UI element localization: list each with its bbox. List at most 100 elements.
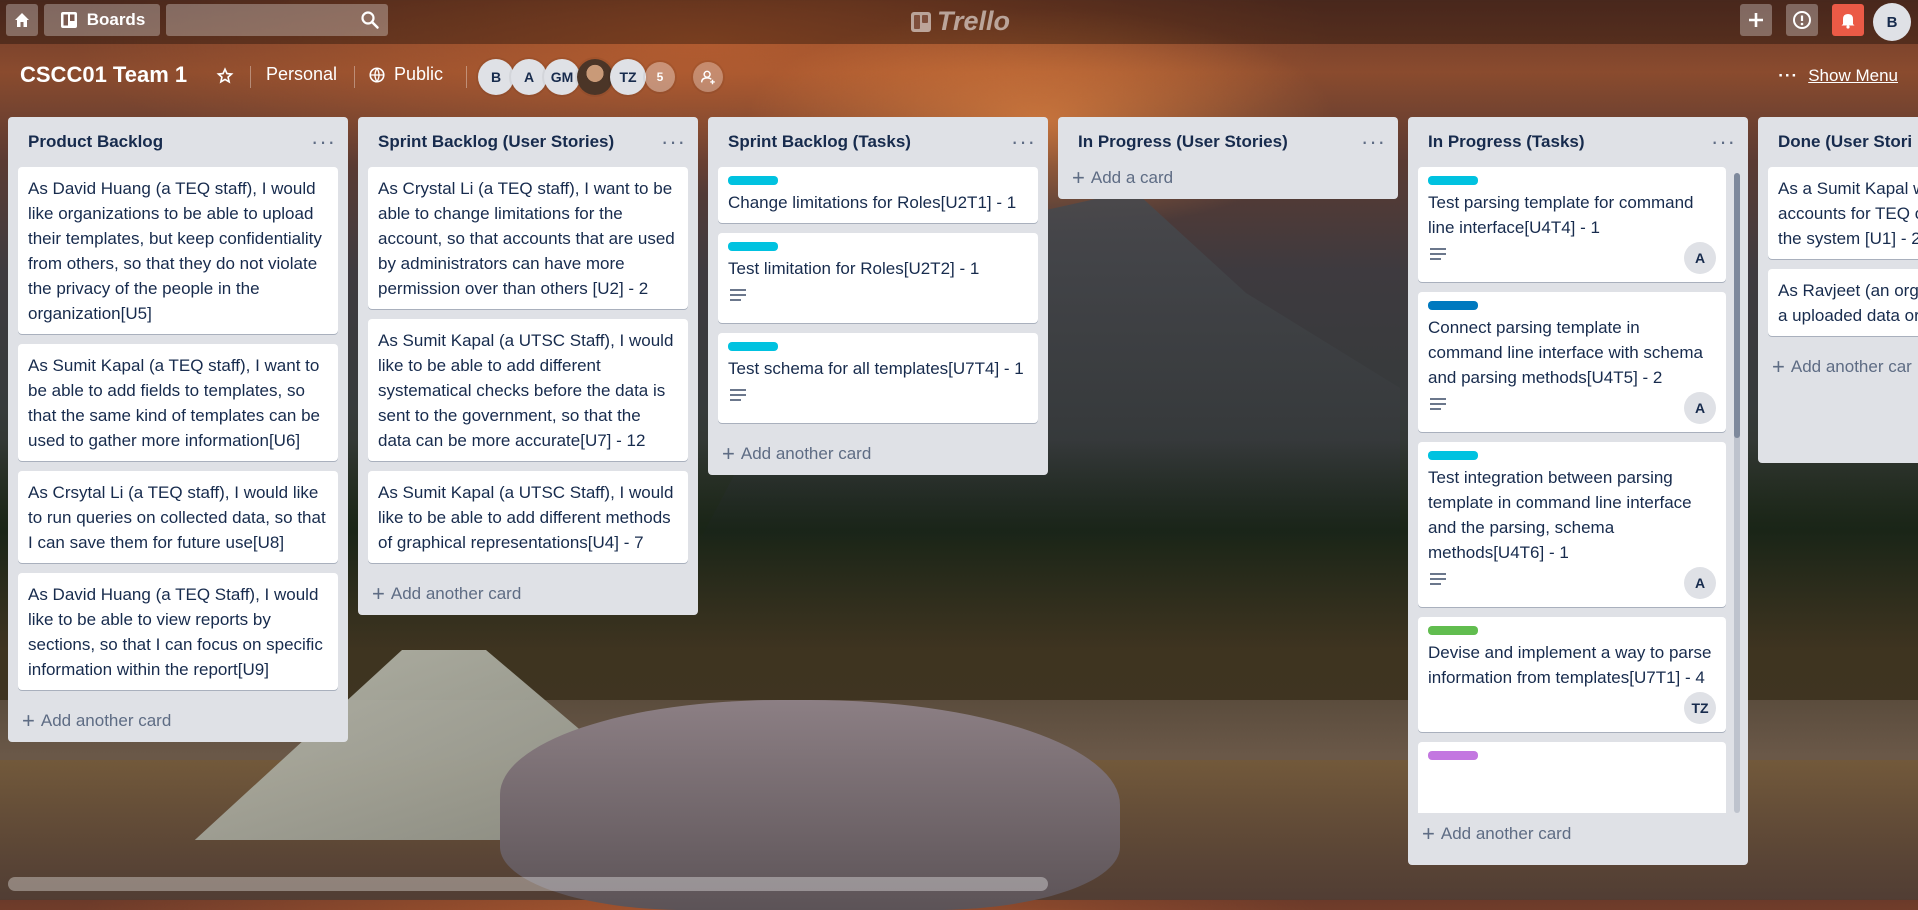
list-menu-icon[interactable]: ···	[661, 131, 686, 153]
card[interactable]: As Sumit Kapal (a TEQ staff), I want to …	[18, 344, 338, 461]
card-label[interactable]	[1428, 451, 1478, 460]
member-avatar-photo[interactable]	[577, 59, 613, 95]
globe-icon	[369, 66, 385, 83]
card[interactable]: As Crystal Li (a TEQ staff), I want to b…	[368, 167, 688, 309]
card-title: Test parsing template for command line i…	[1428, 193, 1694, 237]
show-menu-button[interactable]: ··· Show Menu	[1778, 66, 1898, 86]
card-title: As Sumit Kapal (a TEQ staff), I want to …	[28, 356, 321, 450]
list-header[interactable]: In Progress (Tasks) ···	[1408, 117, 1748, 167]
add-card-button[interactable]: + Add another card	[358, 573, 698, 615]
star-button[interactable]	[216, 67, 234, 85]
card-title: Change limitations for Roles[U2T1] - 1	[728, 193, 1017, 212]
description-icon	[1430, 248, 1446, 262]
home-button[interactable]	[6, 4, 38, 36]
member-avatar[interactable]: A	[511, 59, 547, 95]
show-menu-label: Show Menu	[1808, 66, 1898, 85]
list-title[interactable]: Sprint Backlog (User Stories)	[378, 132, 614, 152]
trello-logo[interactable]: Trello	[911, 6, 1010, 37]
user-avatar[interactable]: B	[1873, 3, 1911, 41]
card[interactable]: As a Sumit Kapal would like to be ab acc…	[1768, 167, 1918, 259]
description-icon	[1430, 398, 1446, 412]
card-list: As David Huang (a TEQ staff), I would li…	[8, 167, 348, 690]
list-title[interactable]: In Progress (User Stories)	[1078, 132, 1288, 152]
member-avatar[interactable]: GM	[544, 59, 580, 95]
card[interactable]: Test schema for all templates[U7T4] - 1	[718, 333, 1038, 423]
boards-button[interactable]: Boards	[44, 4, 160, 36]
add-card-button[interactable]: + Add another card	[708, 433, 1048, 475]
card[interactable]: Change limitations for Roles[U2T1] - 1	[718, 167, 1038, 223]
card-badges	[728, 281, 1028, 315]
add-member-icon	[700, 70, 715, 85]
card[interactable]: Test limitation for Roles[U2T2] - 1	[718, 233, 1038, 323]
list-menu-icon[interactable]: ···	[1361, 131, 1386, 153]
card-label[interactable]	[728, 176, 778, 185]
card-member-avatar[interactable]: A	[1684, 392, 1716, 424]
card-label[interactable]	[1428, 626, 1478, 635]
scrollbar-thumb[interactable]	[1734, 173, 1740, 438]
list-header[interactable]: Product Backlog ···	[8, 117, 348, 167]
add-card-button[interactable]: + Add another card	[1408, 813, 1748, 855]
list-done-user-stories: Done (User Stori As a Sumit Kapal would …	[1758, 117, 1918, 463]
member-avatar[interactable]: TZ	[610, 59, 646, 95]
more-members-count[interactable]: 5	[645, 62, 675, 92]
card-label[interactable]	[728, 242, 778, 251]
list-title[interactable]: Sprint Backlog (Tasks)	[728, 132, 911, 152]
card-badges: A	[1428, 390, 1716, 424]
info-button[interactable]	[1786, 4, 1818, 36]
board-horizontal-scrollbar[interactable]	[8, 877, 1048, 891]
member-avatar[interactable]: B	[478, 59, 514, 95]
header-separator	[250, 66, 251, 88]
plus-icon	[1749, 13, 1763, 27]
list-title[interactable]: Done (User Stori	[1778, 132, 1912, 152]
visibility-button[interactable]: Public	[368, 64, 443, 85]
card[interactable]: As Crsytal Li (a TEQ staff), I would lik…	[18, 471, 338, 563]
card-title: As a Sumit Kapal would like to be ab acc…	[1778, 179, 1918, 248]
list-header[interactable]: Sprint Backlog (User Stories) ···	[358, 117, 698, 167]
card[interactable]: As Ravjeet (an org I would like to be a …	[1768, 269, 1918, 336]
card[interactable]: As Sumit Kapal (a UTSC Staff), I would l…	[368, 471, 688, 563]
card[interactable]: Devise and implement a way to parse info…	[1418, 617, 1726, 732]
team-button[interactable]: Personal	[266, 64, 337, 85]
logo-text: Trello	[937, 6, 1011, 36]
card-label[interactable]	[1428, 176, 1478, 185]
add-card-label: Add another car	[1790, 357, 1912, 376]
card-label[interactable]	[728, 342, 778, 351]
board-title[interactable]: CSCC01 Team 1	[20, 62, 187, 88]
card[interactable]: Test parsing template for command line i…	[1418, 167, 1726, 282]
boards-icon	[60, 12, 77, 28]
add-card-label: Add another card	[740, 444, 872, 463]
list-header[interactable]: Sprint Backlog (Tasks) ···	[708, 117, 1048, 167]
card[interactable]: As David Huang (a TEQ staff), I would li…	[18, 167, 338, 334]
notifications-button[interactable]	[1832, 4, 1864, 36]
list-scrollbar[interactable]	[1734, 173, 1740, 813]
card-badges	[728, 381, 1028, 415]
card[interactable]: As Sumit Kapal (a UTSC Staff), I would l…	[368, 319, 688, 461]
card[interactable]: As David Huang (a TEQ Staff), I would li…	[18, 573, 338, 690]
create-button[interactable]	[1740, 4, 1772, 36]
add-card-button[interactable]: + Add another car	[1758, 346, 1918, 388]
card-member-avatar[interactable]: TZ	[1684, 692, 1716, 724]
card-label[interactable]	[1428, 301, 1478, 310]
search-input[interactable]	[166, 4, 388, 36]
card-label[interactable]	[1428, 751, 1478, 760]
list-menu-icon[interactable]: ···	[1011, 131, 1036, 153]
card[interactable]	[1418, 742, 1726, 813]
team-label: Personal	[266, 64, 338, 84]
list-product-backlog: Product Backlog ··· As David Huang (a TE…	[8, 117, 348, 742]
list-menu-icon[interactable]: ···	[1711, 131, 1736, 153]
card-badges: TZ	[1428, 690, 1716, 724]
add-card-button[interactable]: + Add another card	[8, 700, 348, 742]
card-title: As Crystal Li (a TEQ staff), I want to b…	[378, 179, 675, 298]
card[interactable]: Connect parsing template in command line…	[1418, 292, 1726, 432]
list-header[interactable]: Done (User Stori	[1758, 117, 1918, 167]
card[interactable]: Test integration between parsing templat…	[1418, 442, 1726, 607]
add-card-label: Add another card	[1440, 824, 1572, 843]
card-member-avatar[interactable]: A	[1684, 567, 1716, 599]
list-title[interactable]: In Progress (Tasks)	[1428, 132, 1585, 152]
add-card-button[interactable]: + Add a card	[1058, 157, 1398, 199]
list-title[interactable]: Product Backlog	[28, 132, 163, 152]
list-menu-icon[interactable]: ···	[311, 131, 336, 153]
card-member-avatar[interactable]: A	[1684, 242, 1716, 274]
invite-button[interactable]	[693, 62, 723, 92]
card-list: As a Sumit Kapal would like to be ab acc…	[1758, 167, 1918, 336]
